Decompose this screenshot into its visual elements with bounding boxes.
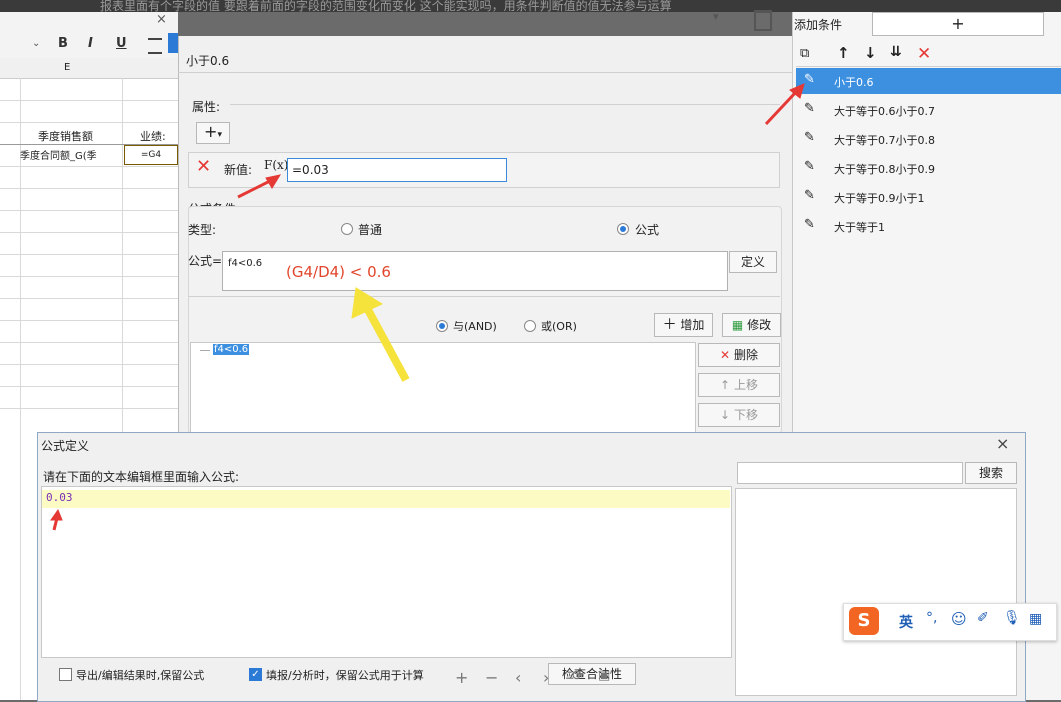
annotation-arrows <box>50 83 805 531</box>
red-arrow-condition <box>764 83 805 126</box>
red-arrow-fx <box>237 174 282 199</box>
yellow-arrow-formula <box>351 287 410 382</box>
red-arrow-editor <box>50 508 63 531</box>
